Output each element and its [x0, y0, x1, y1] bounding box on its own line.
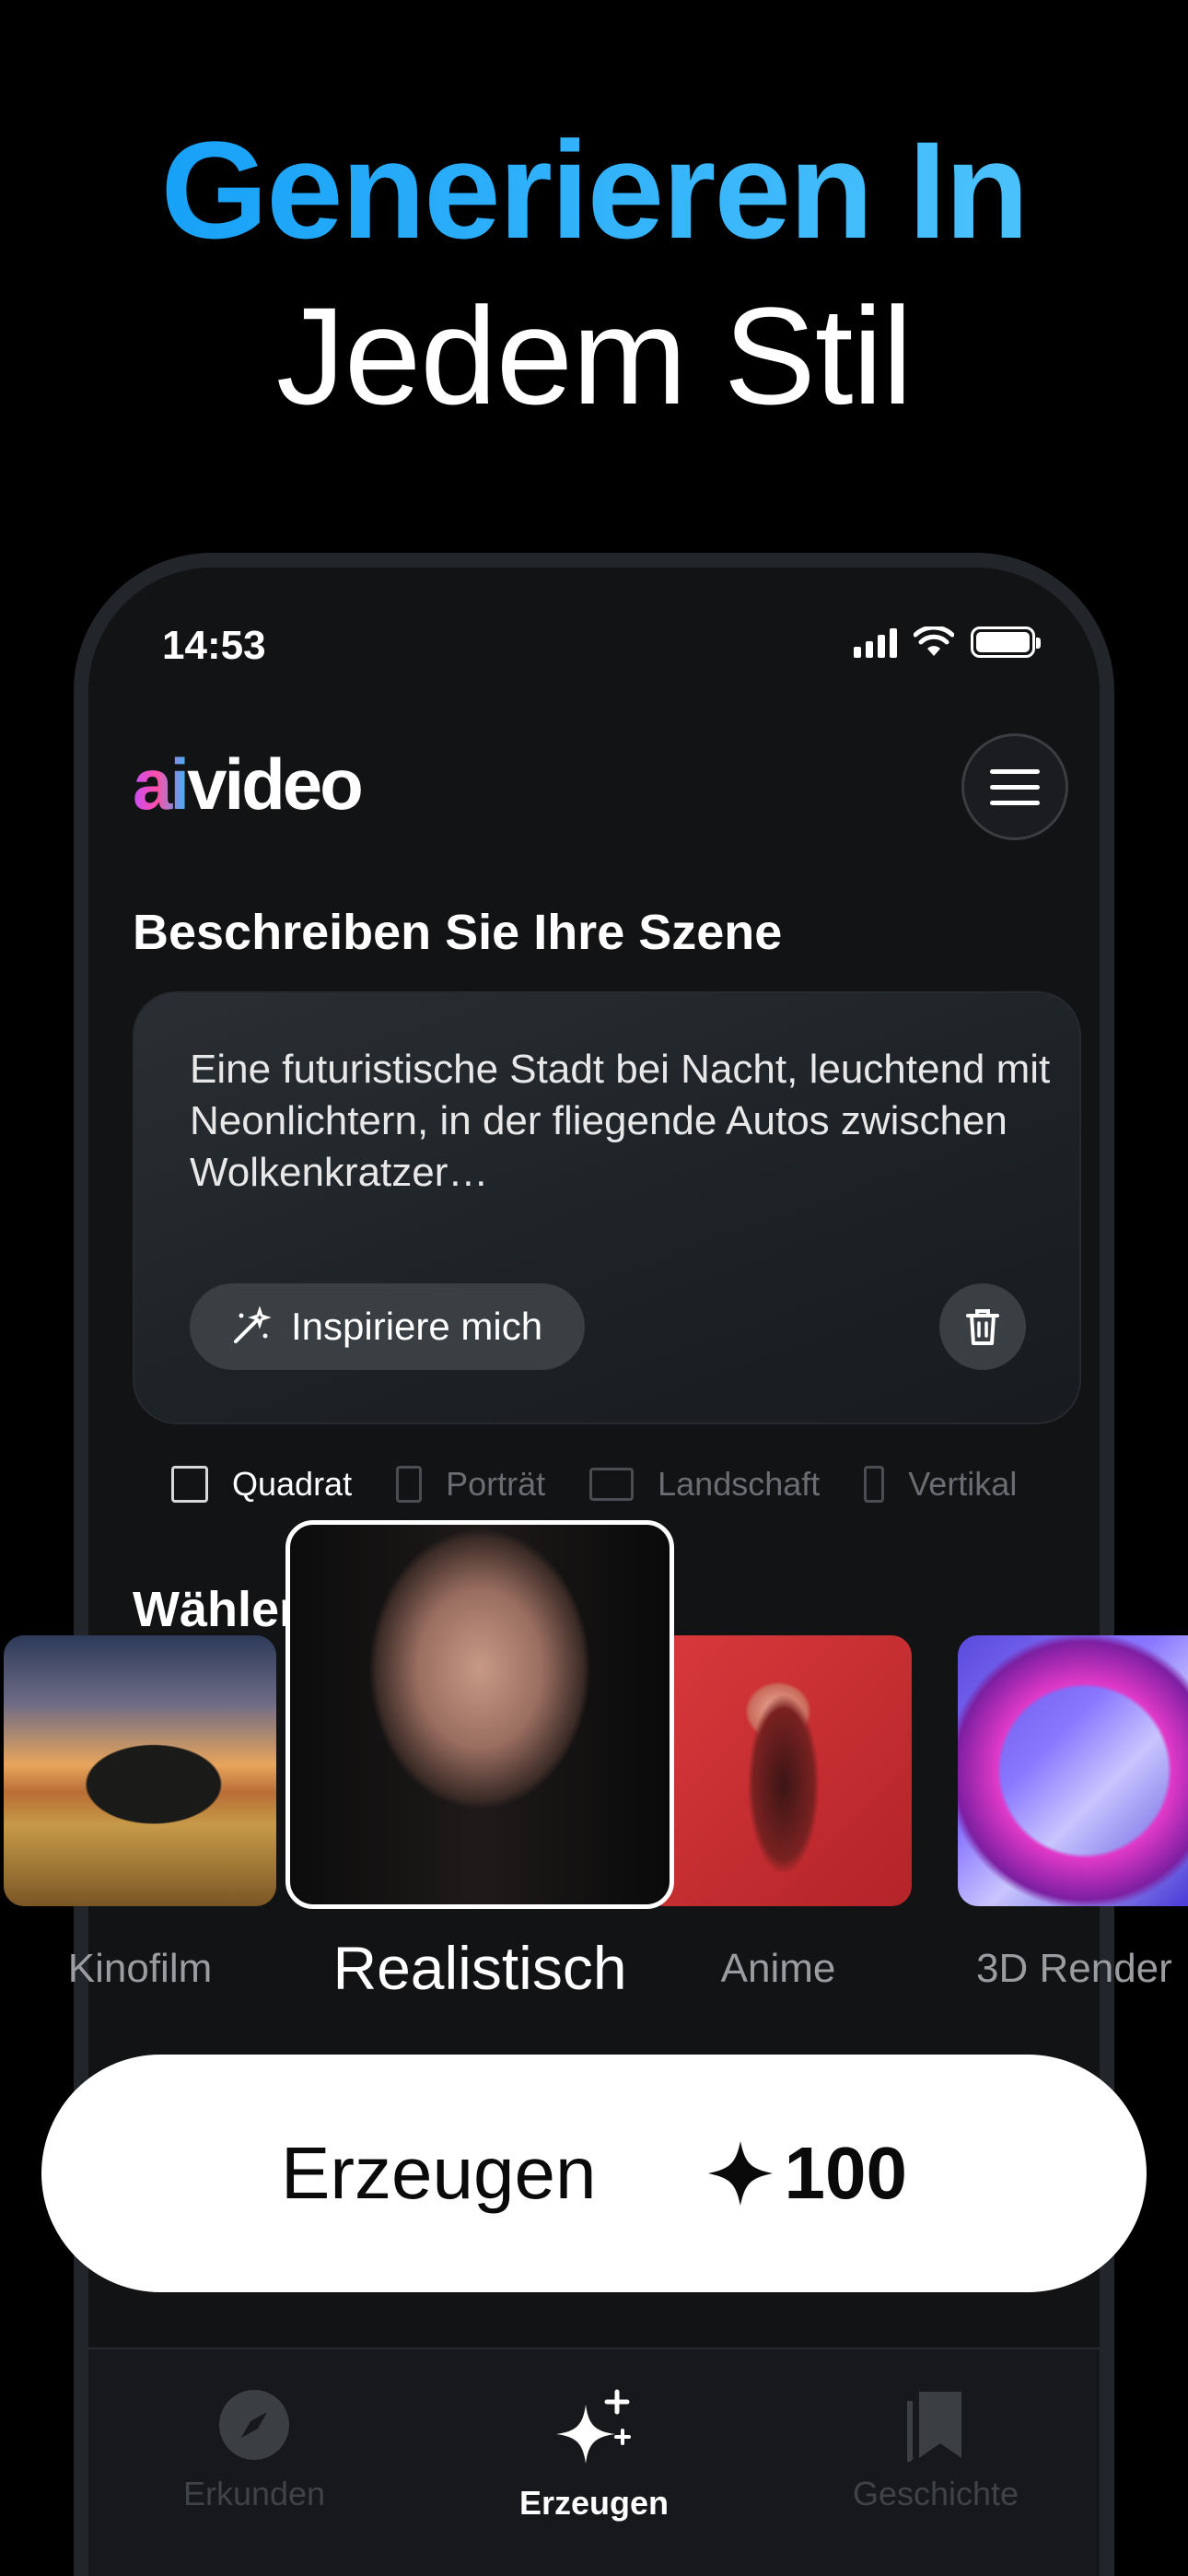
diamond-credit-icon: [708, 2141, 774, 2206]
status-icons: [854, 626, 1041, 658]
tab-erkunden[interactable]: Erkunden: [116, 2349, 392, 2576]
credit-amount: 100: [784, 2132, 907, 2214]
style-card-kinofilm[interactable]: [4, 1635, 276, 1906]
app-logo: aivideo: [133, 743, 364, 826]
style-label-anime: Anime: [720, 1946, 836, 1991]
ratio-square[interactable]: Quadrat: [171, 1465, 352, 1504]
bookmarks-icon: [907, 2392, 961, 2462]
style-label-kinofilm: Kinofilm: [67, 1946, 213, 1991]
tab-geschichte[interactable]: Geschichte: [798, 2349, 1074, 2576]
headline-subtitle: Jedem Stil: [275, 278, 913, 433]
style-label-realistisch: Realistisch: [332, 1934, 627, 2002]
wifi-icon: [914, 626, 954, 656]
credit-cost: 100: [706, 2131, 907, 2216]
compass-icon: [219, 2390, 289, 2460]
landscape-ratio-icon: [589, 1468, 635, 1501]
ratio-landscape[interactable]: Landschaft: [589, 1465, 820, 1504]
ratio-label: Landschaft: [658, 1465, 821, 1503]
status-bar: 14:53: [88, 614, 1100, 678]
portrait-ratio-icon: [396, 1466, 423, 1503]
headline-title: Generieren In: [0, 111, 1188, 270]
inspire-me-button[interactable]: Inspiriere mich: [190, 1283, 586, 1370]
choose-style-title: Wählen: [133, 1582, 310, 1637]
ratio-label: Porträt: [446, 1465, 546, 1503]
ratio-vertical[interactable]: Vertikal: [864, 1465, 1017, 1504]
app-header: aivideo: [88, 724, 1100, 840]
scene-title: Beschreiben Sie Ihre Szene: [133, 905, 783, 960]
ratio-portrait[interactable]: Porträt: [396, 1465, 545, 1504]
square-ratio-icon: [171, 1466, 208, 1503]
generate-label: Erzeugen: [281, 2132, 597, 2214]
tab-label: Geschichte: [852, 2475, 1019, 2512]
logo-video: video: [187, 744, 364, 825]
ratio-label: Quadrat: [232, 1465, 353, 1503]
trash-icon: [966, 1309, 999, 1345]
style-label-3d-render: 3D Render: [976, 1946, 1172, 1991]
tab-bar: Erkunden Erzeugen Geschichte: [88, 2349, 1100, 2576]
menu-button[interactable]: [961, 733, 1068, 840]
hamburger-icon: [990, 768, 1040, 774]
magic-wand-icon: [234, 1306, 271, 1343]
inspire-me-label: Inspiriere mich: [291, 1305, 543, 1348]
tab-label: Erkunden: [182, 2475, 326, 2512]
cellular-signal-icon: [854, 626, 897, 658]
style-card-3d-render[interactable]: [958, 1635, 1188, 1906]
style-card-realistisch[interactable]: [285, 1520, 674, 1909]
generate-button[interactable]: Erzeugen 100: [41, 2055, 1147, 2292]
battery-icon: [971, 626, 1041, 658]
logo-ai: ai: [133, 744, 190, 825]
style-card-anime[interactable]: [645, 1635, 912, 1906]
clear-prompt-button[interactable]: [939, 1283, 1026, 1370]
vertical-ratio-icon: [864, 1466, 885, 1503]
prompt-input[interactable]: Eine futuristische Stadt bei Nacht, leuc…: [190, 1044, 1055, 1199]
tab-label: Erzeugen: [518, 2484, 670, 2522]
status-time: 14:53: [162, 623, 266, 668]
ratio-label: Vertikal: [908, 1465, 1018, 1503]
tab-erzeugen[interactable]: Erzeugen: [456, 2349, 732, 2576]
sparkles-icon: [556, 2389, 631, 2464]
prompt-card: Eine futuristische Stadt bei Nacht, leuc…: [133, 991, 1081, 1424]
aspect-ratio-selector: Quadrat Porträt Landschaft Vertikal: [171, 1457, 1092, 1512]
